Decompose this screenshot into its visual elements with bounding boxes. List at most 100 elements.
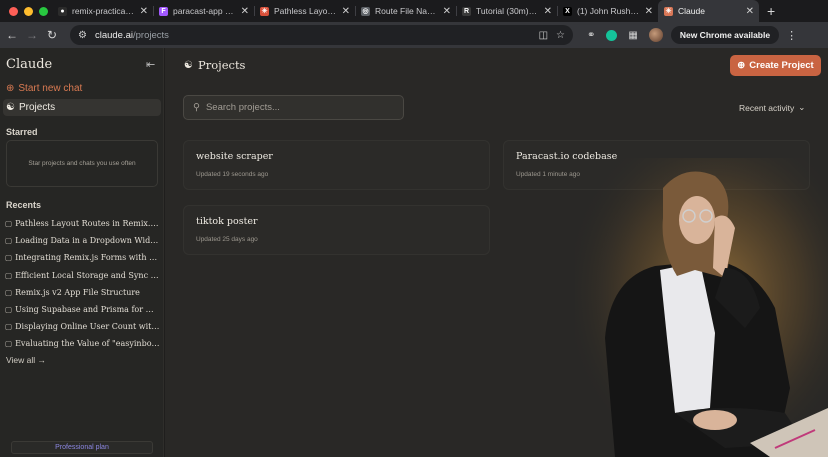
site-info-icon[interactable]: ⚙ — [78, 30, 87, 41]
search-placeholder: Search projects... — [205, 102, 280, 113]
sort-label: Recent activity — [739, 102, 795, 113]
close-tab-icon[interactable]: ✕ — [342, 6, 350, 17]
chat-bubble-icon: ▢ — [5, 253, 13, 263]
extensions-puzzle-icon[interactable]: ▦ — [628, 30, 637, 41]
browser-tab[interactable]: X (1) John Rush on X ✕ — [557, 0, 658, 22]
recent-chat-title: Evaluating the Value of "easyinbox.co... — [15, 339, 160, 349]
recent-chat-item[interactable]: ▢ Loading Data in a Dropdown Widget ... — [5, 232, 160, 249]
browser-tab[interactable]: ◎ Route File Naming ✕ — [355, 0, 456, 22]
browser-tab[interactable]: Fparacast-app – Fil ✕ — [153, 0, 254, 22]
sort-dropdown[interactable]: Recent activity ⌄ — [739, 102, 805, 113]
cast-icon[interactable]: ◫ — [539, 30, 548, 41]
globe-icon: ◎ — [361, 6, 370, 16]
url-path: /projects — [133, 29, 169, 41]
plus-circle-icon: ⊕ — [737, 60, 746, 71]
close-tab-icon[interactable]: ✕ — [645, 6, 653, 17]
browser-tab-strip: ● remix-practical-gu ✕ Fparacast-app – Fil ✕… — [0, 0, 828, 22]
collapse-sidebar-icon[interactable]: ⇤ — [146, 58, 155, 71]
chat-bubble-icon: ▢ — [5, 305, 13, 315]
project-name: website scraper — [196, 151, 273, 162]
close-tab-icon[interactable]: ✕ — [140, 6, 148, 17]
browser-tab[interactable]: ✳ Claude ✕ — [658, 0, 759, 22]
project-card[interactable]: tiktok poster Updated 25 days ago — [183, 205, 490, 255]
chrome-update-button[interactable]: New Chrome available — [670, 26, 780, 44]
chat-bubble-icon: ▢ — [5, 219, 13, 229]
url-text: claude.ai/projects — [95, 30, 531, 41]
minimize-window-button[interactable] — [24, 6, 33, 16]
recent-chat-title: Efficient Local Storage and Sync for ... — [15, 270, 160, 280]
chat-bubble-icon: ▢ — [5, 322, 13, 332]
close-tab-icon[interactable]: ✕ — [746, 6, 754, 17]
page-title: ☯ Projects — [184, 58, 245, 72]
project-updated: Updated 19 seconds ago — [196, 171, 269, 178]
bookmark-star-icon[interactable]: ☆ — [556, 30, 565, 41]
claude-icon: ✳ — [664, 6, 673, 16]
sidebar-item-projects[interactable]: ☯ Projects — [3, 99, 161, 116]
browser-tab[interactable]: R Tutorial (30m) | Re ✕ — [456, 0, 557, 22]
sidebar: Claude ⇤ ⊕ Start new chat ☯ Projects Sta… — [0, 48, 164, 457]
start-new-chat-button[interactable]: ⊕ Start new chat — [6, 83, 82, 94]
chat-bubble-icon: ▢ — [5, 236, 13, 246]
starred-empty-state: Star projects and chats you use often — [6, 140, 158, 187]
recent-chat-title: Integrating Remix.js Forms with Man... — [15, 253, 160, 263]
recent-chat-title: Displaying Online User Count with Re... — [15, 322, 160, 332]
url-host: claude.ai — [94, 29, 133, 41]
starred-heading: Starred — [6, 127, 38, 137]
search-icon: ⚲ — [193, 102, 200, 113]
browser-tab[interactable]: ✳ Pathless Layout Ro ✕ — [254, 0, 355, 22]
recent-chat-title: Using Supabase and Prisma for Datab... — [15, 305, 160, 315]
window-controls — [0, 6, 52, 16]
projects-icon: ☯ — [184, 59, 193, 71]
tab-title: Pathless Layout Ro — [274, 6, 337, 16]
project-card[interactable]: website scraper Updated 19 seconds ago — [183, 140, 490, 190]
x-icon: X — [563, 6, 572, 16]
plus-circle-icon: ⊕ — [6, 83, 15, 94]
chat-bubble-icon: ▢ — [5, 339, 13, 349]
close-tab-icon[interactable]: ✕ — [241, 6, 249, 17]
recent-chat-title: Remix.js v2 App File Structure — [15, 287, 140, 297]
back-icon[interactable]: ← — [2, 28, 22, 42]
tab-title: Tutorial (30m) | Re — [476, 6, 539, 16]
new-tab-button[interactable]: + — [759, 4, 775, 18]
browser-tab[interactable]: ● remix-practical-gu ✕ — [52, 0, 153, 22]
create-project-label: Create Project — [749, 60, 814, 71]
project-updated: Updated 25 days ago — [196, 236, 258, 243]
recent-chat-item[interactable]: ▢Using Supabase and Prisma for Datab... — [5, 301, 160, 318]
recent-chat-item[interactable]: ▢ Integrating Remix.js Forms with Man... — [5, 249, 160, 266]
projects-icon: ☯ — [6, 102, 15, 113]
reload-icon[interactable]: ↻ — [42, 28, 62, 42]
recents-heading: Recents — [6, 200, 42, 210]
project-name: tiktok poster — [196, 216, 258, 227]
search-projects-input[interactable]: ⚲ Search projects... — [183, 95, 404, 120]
chat-bubble-icon: ▢ — [5, 287, 13, 297]
figma-icon: F — [159, 6, 168, 16]
recent-chat-item[interactable]: ▢Displaying Online User Count with Re... — [5, 318, 160, 335]
browser-toolbar: ← → ↻ ⚙ claude.ai/projects ◫ ☆ ⚭ ▦ New C… — [0, 22, 828, 48]
chevron-down-icon: ⌄ — [798, 102, 806, 112]
brand-logo-text[interactable]: Claude — [6, 57, 52, 72]
forward-icon[interactable]: → — [22, 28, 42, 42]
webcam-overlay-image — [575, 158, 828, 457]
view-all-link[interactable]: View all → — [6, 355, 46, 365]
recent-chat-item[interactable]: ▢ Remix.js v2 App File Structure — [5, 284, 160, 301]
chat-bubble-icon: ▢ — [5, 270, 13, 280]
create-project-button[interactable]: ⊕ Create Project — [730, 55, 821, 76]
recent-chat-item[interactable]: ▢ Pathless Layout Routes in Remix.js v2 — [5, 215, 160, 232]
incognito-glasses-icon[interactable]: ⚭ — [587, 30, 595, 41]
recent-chat-title: Pathless Layout Routes in Remix.js v2 — [15, 219, 160, 229]
address-bar[interactable]: ⚙ claude.ai/projects ◫ ☆ — [70, 25, 573, 45]
close-window-button[interactable] — [9, 6, 18, 16]
more-menu-icon[interactable]: ⋮ — [786, 29, 797, 42]
recent-chat-item[interactable]: ▢ Efficient Local Storage and Sync for ..… — [5, 267, 160, 284]
main-content: ☯ Projects ⊕ Create Project ⚲ Search pro… — [165, 48, 828, 457]
close-tab-icon[interactable]: ✕ — [544, 6, 552, 17]
maximize-window-button[interactable] — [39, 6, 48, 16]
extensions-area: ⚭ ▦ — [587, 28, 663, 42]
plan-badge[interactable]: Professional plan — [11, 441, 153, 454]
grammarly-extension-icon[interactable] — [606, 29, 618, 41]
remix-icon: ✳ — [260, 6, 269, 16]
recent-chat-item[interactable]: ▢ Evaluating the Value of "easyinbox.co..… — [5, 335, 160, 352]
profile-avatar[interactable] — [648, 28, 663, 42]
tab-title: Route File Naming — [375, 6, 438, 16]
close-tab-icon[interactable]: ✕ — [443, 6, 451, 17]
